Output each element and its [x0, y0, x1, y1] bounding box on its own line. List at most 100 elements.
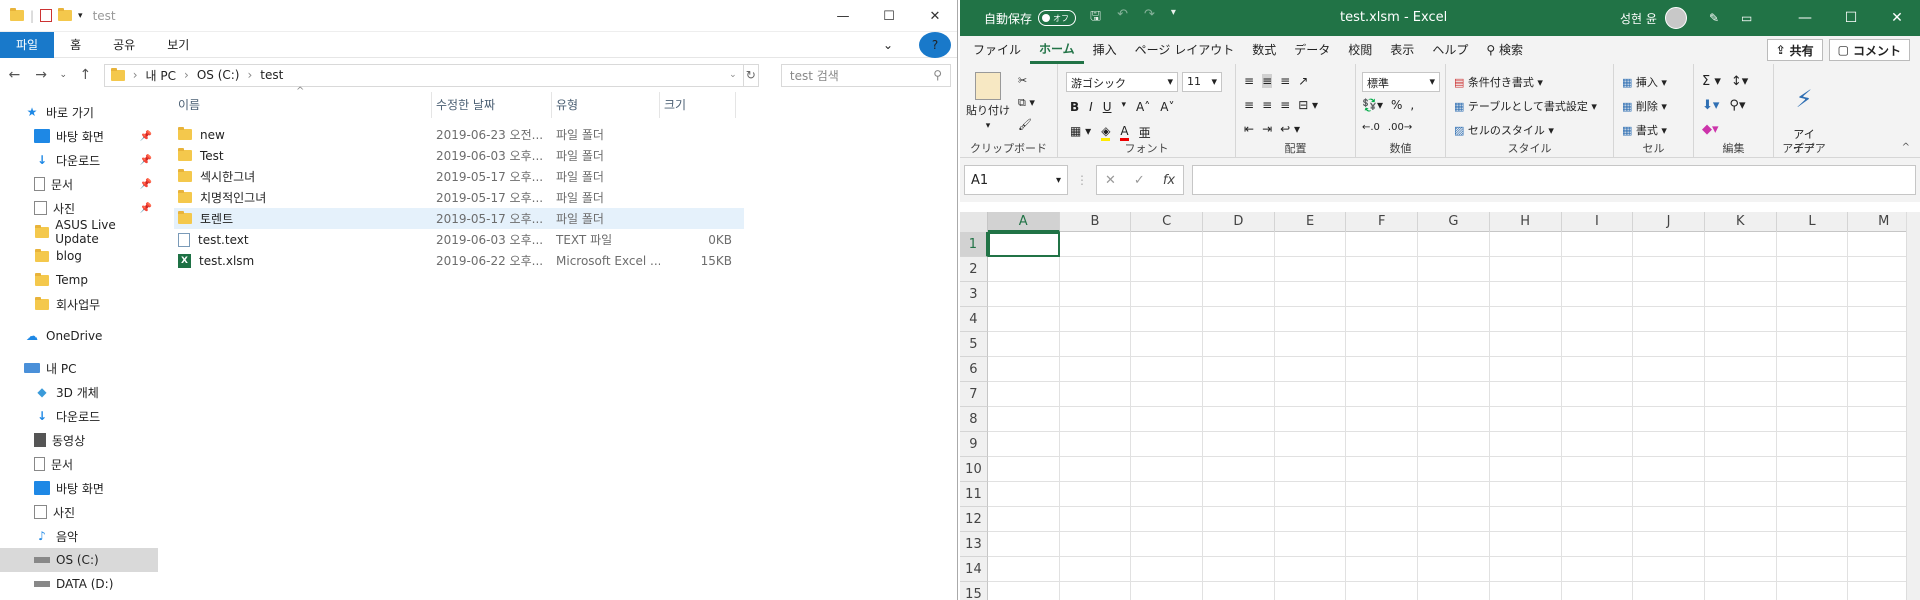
cell[interactable]: [1633, 382, 1705, 407]
cell[interactable]: [1489, 457, 1562, 482]
close-button[interactable]: ✕: [912, 0, 958, 32]
cell[interactable]: [987, 457, 1060, 482]
cell[interactable]: [1776, 307, 1849, 332]
underline-button[interactable]: U: [1103, 100, 1112, 114]
cell[interactable]: [1489, 407, 1562, 432]
address-bar[interactable]: › 내 PC › OS (C:) › test ⌄: [103, 63, 744, 87]
row-header[interactable]: 2: [960, 257, 988, 282]
nav-this-pc[interactable]: 내 PC: [0, 356, 158, 380]
cell[interactable]: [1274, 457, 1347, 482]
cell[interactable]: [1346, 482, 1419, 507]
column-header[interactable]: L: [1777, 212, 1849, 232]
cell[interactable]: [1776, 407, 1849, 432]
cell[interactable]: [1633, 557, 1705, 582]
cell[interactable]: [1418, 257, 1490, 282]
address-dropdown-icon[interactable]: ⌄: [729, 70, 737, 80]
cell[interactable]: [1131, 507, 1203, 532]
cell[interactable]: [1489, 532, 1562, 557]
cell[interactable]: [1489, 357, 1562, 382]
merge-center-icon[interactable]: ⊟ ▾: [1298, 98, 1318, 112]
cell[interactable]: [1346, 557, 1419, 582]
cell[interactable]: [1633, 432, 1705, 457]
row-header[interactable]: 7: [960, 382, 988, 407]
cell[interactable]: [1704, 282, 1777, 307]
nav-3d-objects[interactable]: ◆ 3D 개체: [0, 380, 158, 404]
save-icon[interactable]: 🖫: [1090, 7, 1101, 29]
column-header[interactable]: E: [1275, 212, 1347, 232]
cell[interactable]: [1561, 232, 1634, 257]
cell[interactable]: [1346, 382, 1419, 407]
avatar[interactable]: [1664, 7, 1687, 29]
cell[interactable]: [1489, 482, 1562, 507]
tab-file[interactable]: 파일: [0, 31, 55, 58]
nav-desktop[interactable]: 바탕 화면 📌: [0, 124, 158, 148]
column-header[interactable]: C: [1131, 212, 1203, 232]
cell-styles-button[interactable]: ▨ セルのスタイル ▾: [1454, 122, 1554, 138]
cell[interactable]: [1489, 307, 1562, 332]
cell[interactable]: [1059, 532, 1132, 557]
cell[interactable]: [1633, 282, 1705, 307]
cell[interactable]: [1489, 232, 1562, 257]
cell[interactable]: [1704, 382, 1777, 407]
cell[interactable]: [1704, 482, 1777, 507]
cell[interactable]: [1704, 457, 1777, 482]
nav-os-c[interactable]: OS (C:): [0, 548, 158, 572]
cell[interactable]: [1704, 357, 1777, 382]
cell[interactable]: [1418, 382, 1490, 407]
row-header[interactable]: 10: [960, 457, 988, 482]
font-color-icon[interactable]: A: [1120, 124, 1129, 141]
cell[interactable]: [1274, 407, 1347, 432]
cell[interactable]: [1274, 257, 1347, 282]
tab-home[interactable]: 홈: [54, 32, 97, 58]
row-header[interactable]: 3: [960, 282, 988, 307]
row-header[interactable]: 12: [960, 507, 988, 532]
minimize-button[interactable]: —: [1782, 0, 1828, 36]
cell[interactable]: [987, 482, 1060, 507]
cell[interactable]: [1704, 432, 1777, 457]
cell[interactable]: [1418, 482, 1490, 507]
nav-pc-documents[interactable]: 문서: [0, 452, 158, 476]
tab-view[interactable]: 表示: [1381, 36, 1423, 64]
cell[interactable]: [1274, 382, 1347, 407]
file-row[interactable]: 치명적인그녀 2019-05-17 오후... 파일 폴더: [174, 187, 744, 208]
cell[interactable]: [1704, 407, 1777, 432]
cell[interactable]: [1203, 332, 1275, 357]
nav-temp[interactable]: Temp: [0, 268, 158, 292]
cell[interactable]: [1418, 407, 1490, 432]
cell[interactable]: [1131, 482, 1203, 507]
cell[interactable]: [987, 357, 1060, 382]
tab-data[interactable]: データ: [1285, 36, 1339, 64]
cut-icon[interactable]: ✂: [1018, 74, 1027, 87]
cell[interactable]: [1346, 332, 1419, 357]
cell[interactable]: [1131, 357, 1203, 382]
format-painter-icon[interactable]: 🖌: [1018, 118, 1032, 131]
align-middle-icon[interactable]: ≡: [1262, 74, 1273, 88]
active-cell[interactable]: [987, 232, 1060, 257]
cell[interactable]: [1633, 257, 1705, 282]
cell[interactable]: [1561, 457, 1634, 482]
cell[interactable]: [1633, 532, 1705, 557]
cell[interactable]: [1059, 482, 1132, 507]
back-arrow-icon[interactable]: ←: [6, 67, 23, 83]
cell[interactable]: [1059, 457, 1132, 482]
cell[interactable]: [1489, 257, 1562, 282]
maximize-button[interactable]: ☐: [1828, 0, 1874, 36]
column-header-type[interactable]: 유형: [552, 92, 660, 118]
bold-button[interactable]: B: [1070, 100, 1079, 114]
underline-dropdown-icon[interactable]: ▾: [1122, 100, 1127, 114]
drag-handle-icon[interactable]: ⋮: [1076, 173, 1088, 187]
help-icon[interactable]: ?: [919, 31, 951, 58]
cell[interactable]: [1776, 382, 1849, 407]
align-bottom-icon[interactable]: ≡: [1280, 74, 1290, 88]
cell[interactable]: [1633, 507, 1705, 532]
tab-help[interactable]: ヘルプ: [1423, 36, 1477, 64]
find-icon[interactable]: ⚲▾: [1729, 98, 1745, 113]
nav-music[interactable]: ♪ 음악: [0, 524, 158, 548]
cell[interactable]: [1203, 382, 1275, 407]
cell[interactable]: [987, 257, 1060, 282]
cell[interactable]: [1131, 332, 1203, 357]
cell[interactable]: [1418, 582, 1490, 600]
decrease-font-icon[interactable]: A˅: [1160, 100, 1174, 114]
increase-indent-icon[interactable]: ⇥: [1262, 122, 1272, 136]
cell[interactable]: [1776, 332, 1849, 357]
